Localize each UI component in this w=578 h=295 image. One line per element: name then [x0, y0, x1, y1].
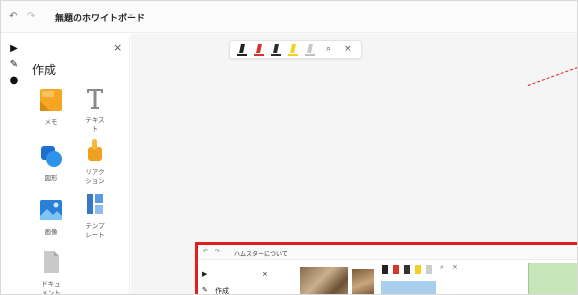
select-tool-icon: ▶ — [202, 270, 208, 278]
create-item-text[interactable]: テキス ト — [73, 85, 117, 134]
create-item-label: 画像 — [44, 228, 58, 236]
create-item-document[interactable]: ドキュ メント — [29, 249, 73, 295]
pen-tool-icon: ✎ — [202, 286, 208, 294]
search-icon: ⌕ — [440, 263, 444, 271]
black-pen-icon[interactable] — [237, 44, 247, 56]
reaction-icon — [82, 137, 108, 163]
eraser-icon[interactable] — [305, 44, 315, 56]
nested-board-title: ハムスターについて — [234, 251, 288, 258]
text-icon — [82, 85, 108, 111]
close-icon: × — [262, 270, 268, 278]
black-pen-icon — [382, 265, 388, 274]
nested-title-bar: ↶ ↷ ハムスターについて — [198, 245, 577, 260]
create-item-label: 図形 — [44, 174, 58, 182]
panel-title: 作成 — [32, 63, 57, 77]
nested-create-label: 作成 — [215, 287, 229, 295]
chevron-down-icon[interactable]: ⌄ — [127, 9, 135, 19]
create-item-template[interactable]: テンプ レート — [73, 191, 117, 240]
lasso-tool-icon[interactable]: ● — [5, 73, 23, 89]
create-item-shapes[interactable]: 図形 — [29, 143, 73, 183]
title-bar: ↶ ↷ 無題のホワイトボード ⌄ — [1, 1, 577, 33]
blue-shape — [381, 281, 436, 294]
redo-icon: ↷ — [215, 248, 221, 255]
tool-strip: ▶ ✎ ● — [5, 41, 23, 89]
hamster-photo — [300, 267, 348, 294]
nested-pen-toolbar: ⌕ × — [382, 263, 474, 277]
hamster-photo-small — [352, 269, 374, 294]
undo-icon: ↶ — [203, 248, 209, 255]
document-icon — [38, 249, 64, 275]
pen-toolbar: ⌕ × — [229, 40, 362, 59]
nested-screenshot: ↶ ↷ ハムスターについて ▶ ✎ 作成 × ⌕ × — [195, 242, 577, 295]
create-item-image[interactable]: 画像 — [29, 197, 73, 237]
search-icon[interactable]: ⌕ — [326, 44, 331, 54]
sticky-note-icon — [38, 87, 64, 113]
template-icon — [82, 191, 108, 217]
close-icon[interactable]: × — [113, 41, 122, 54]
create-item-label: リアク ション — [85, 168, 105, 185]
redo-icon[interactable]: ↷ — [27, 9, 35, 25]
close-icon[interactable]: × — [344, 44, 352, 54]
whiteboard-window: ↶ ↷ 無題のホワイトボード ⌄ ▶ ✎ ● × 作成 メモ テキス ト 図形 … — [0, 0, 578, 295]
image-icon — [38, 197, 64, 223]
undo-icon[interactable]: ↶ — [9, 9, 17, 25]
create-item-memo[interactable]: メモ — [29, 87, 73, 127]
nested-side-panel: ▶ ✎ 作成 × — [198, 261, 276, 295]
eraser-icon — [426, 265, 432, 274]
create-item-label: テキス ト — [85, 116, 105, 133]
create-panel: × 作成 メモ テキス ト 図形 リアク ション 画像 テンプ レート ドキュ … — [23, 37, 130, 295]
shapes-icon — [38, 143, 64, 169]
red-pen-icon — [393, 265, 399, 274]
yellow-highlighter-icon[interactable] — [288, 44, 298, 56]
create-item-reaction[interactable]: リアク ション — [73, 137, 117, 186]
dark-pen-icon — [404, 265, 410, 274]
red-pen-icon[interactable] — [254, 44, 264, 56]
create-item-label: ドキュ メント — [41, 280, 61, 295]
pen-tool-icon[interactable]: ✎ — [5, 57, 23, 73]
dark-pen-icon[interactable] — [271, 44, 281, 56]
create-item-label: メモ — [44, 118, 58, 126]
select-tool-icon[interactable]: ▶ — [5, 41, 23, 57]
create-item-label: テンプ レート — [85, 222, 105, 239]
green-shape — [528, 263, 577, 294]
close-icon: × — [452, 263, 458, 271]
yellow-highlighter-icon — [415, 265, 421, 274]
